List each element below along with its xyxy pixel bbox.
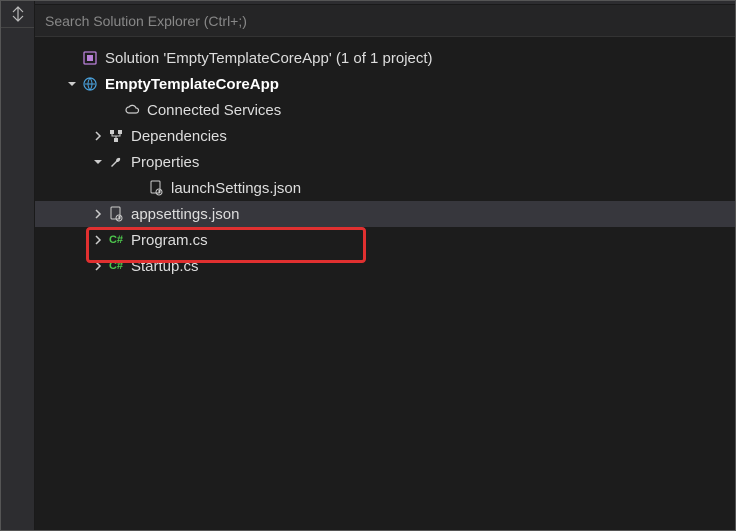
appsettings-label: appsettings.json <box>131 206 239 223</box>
expander-collapsed-icon[interactable] <box>91 207 105 221</box>
json-file-icon <box>147 179 165 197</box>
project-icon <box>81 75 99 93</box>
program-node[interactable]: C# Program.cs <box>35 227 735 253</box>
solution-node[interactable]: Solution 'EmptyTemplateCoreApp' (1 of 1 … <box>35 45 735 71</box>
project-node[interactable]: EmptyTemplateCoreApp <box>35 71 735 97</box>
expander-collapsed-icon[interactable] <box>91 233 105 247</box>
expander-collapsed-icon[interactable] <box>91 129 105 143</box>
json-file-icon <box>107 205 125 223</box>
search-input[interactable]: Search Solution Explorer (Ctrl+;) <box>35 5 735 37</box>
properties-node[interactable]: Properties <box>35 149 735 175</box>
project-label: EmptyTemplateCoreApp <box>105 76 279 93</box>
splitter-icon[interactable] <box>8 5 28 23</box>
startup-label: Startup.cs <box>131 258 199 275</box>
expander-expanded-icon[interactable] <box>65 77 79 91</box>
program-label: Program.cs <box>131 232 208 249</box>
dependencies-label: Dependencies <box>131 128 227 145</box>
cloud-icon <box>123 101 141 119</box>
dependencies-node[interactable]: Dependencies <box>35 123 735 149</box>
csharp-file-icon: C# <box>107 257 125 275</box>
tree: Solution 'EmptyTemplateCoreApp' (1 of 1 … <box>35 37 735 530</box>
expander-collapsed-icon[interactable] <box>91 259 105 273</box>
solution-label: Solution 'EmptyTemplateCoreApp' (1 of 1 … <box>105 50 433 67</box>
connected-services-node[interactable]: Connected Services <box>35 97 735 123</box>
left-gutter <box>1 1 35 530</box>
expander-expanded-icon[interactable] <box>91 155 105 169</box>
dependencies-icon <box>107 127 125 145</box>
wrench-icon <box>107 153 125 171</box>
launchsettings-node[interactable]: launchSettings.json <box>35 175 735 201</box>
csharp-file-icon: C# <box>107 231 125 249</box>
properties-label: Properties <box>131 154 199 171</box>
solution-explorer-panel: Search Solution Explorer (Ctrl+;) Soluti… <box>35 5 735 530</box>
solution-icon <box>81 49 99 67</box>
gutter-divider <box>1 27 34 28</box>
appsettings-node[interactable]: appsettings.json <box>35 201 735 227</box>
connected-services-label: Connected Services <box>147 102 281 119</box>
startup-node[interactable]: C# Startup.cs <box>35 253 735 279</box>
launchsettings-label: launchSettings.json <box>171 180 301 197</box>
